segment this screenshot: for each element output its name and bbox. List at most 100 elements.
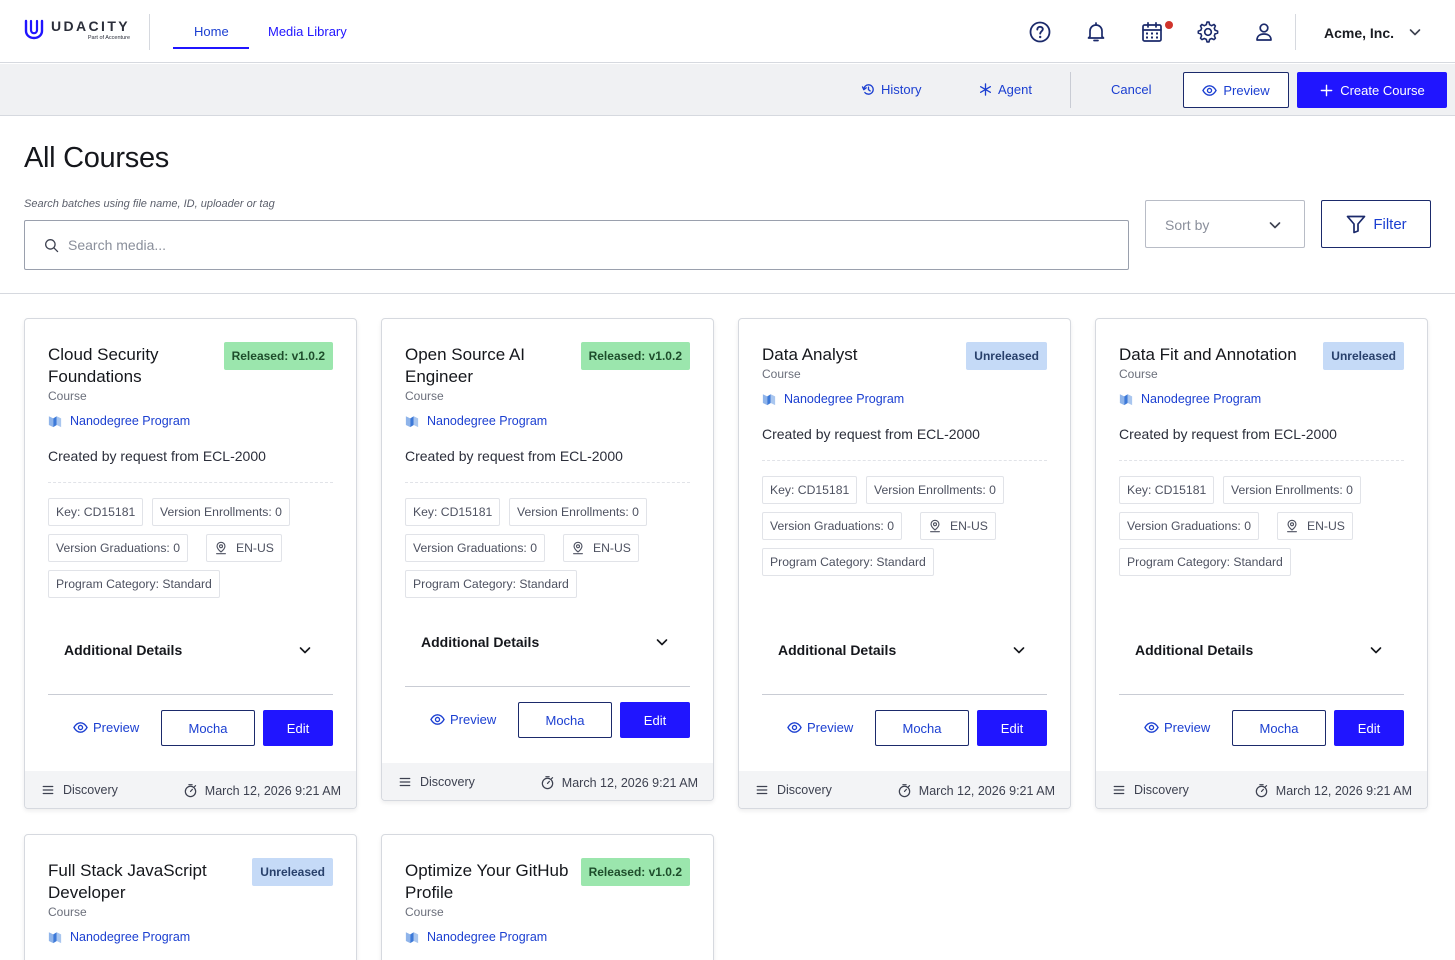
course-description: Created by request from ECL-2000 xyxy=(405,448,623,464)
bell-icon[interactable] xyxy=(1084,20,1108,44)
chevron-down-icon[interactable] xyxy=(654,634,670,650)
card-footer: Discovery March 12, 2026 9:21 AM xyxy=(25,771,356,808)
locale-label: EN-US xyxy=(236,541,274,555)
edit-button[interactable]: Edit xyxy=(263,710,333,746)
user-icon[interactable] xyxy=(1252,20,1276,44)
card-preview-label: Preview xyxy=(1164,720,1211,735)
card-divider xyxy=(405,686,690,687)
chevron-down-icon[interactable] xyxy=(1011,642,1027,658)
mocha-button[interactable]: Mocha xyxy=(875,710,969,746)
sort-placeholder: Sort by xyxy=(1165,217,1210,233)
additional-details-toggle[interactable]: Additional Details xyxy=(1135,642,1253,658)
course-title[interactable]: Data Analyst xyxy=(762,344,932,366)
cancel-button[interactable]: Cancel xyxy=(1111,82,1151,97)
locale-chip: EN-US xyxy=(563,534,639,562)
eye-icon xyxy=(1144,720,1159,735)
card-footer: Discovery March 12, 2026 9:21 AM xyxy=(1096,771,1427,808)
card-preview-button[interactable]: Preview xyxy=(430,712,496,727)
footer-category: Discovery xyxy=(1112,783,1189,797)
cancel-label: Cancel xyxy=(1111,82,1152,97)
nanodegree-icon xyxy=(1119,392,1133,406)
card-footer: Discovery March 12, 2026 9:21 AM xyxy=(739,771,1070,808)
history-label: History xyxy=(881,82,922,97)
preview-button[interactable]: Preview xyxy=(1183,72,1289,108)
edit-button[interactable]: Edit xyxy=(620,702,690,738)
history-button[interactable]: History xyxy=(861,82,921,97)
course-card[interactable]: Optimize Your GitHub Profile Released: v… xyxy=(381,834,714,960)
footer-timestamp: March 12, 2026 9:21 AM xyxy=(1254,783,1412,798)
course-description: Created by request from ECL-2000 xyxy=(1119,426,1337,442)
calendar-icon[interactable] xyxy=(1140,20,1164,44)
graduations-chip: Version Graduations: 0 xyxy=(48,534,188,562)
nanodegree-icon xyxy=(762,392,776,406)
chevron-down-icon[interactable] xyxy=(1368,642,1384,658)
course-card[interactable]: Open Source AI Engineer Released: v1.0.2… xyxy=(381,318,714,801)
course-card[interactable]: Full Stack JavaScript Developer Unreleas… xyxy=(24,834,357,960)
chevron-down-icon xyxy=(1267,217,1283,233)
course-type: Course xyxy=(48,905,87,919)
gear-icon[interactable] xyxy=(1196,20,1220,44)
timer-icon xyxy=(540,775,555,790)
footer-category: Discovery xyxy=(398,775,475,789)
course-title[interactable]: Data Fit and Annotation xyxy=(1119,344,1309,366)
footer-category: Discovery xyxy=(41,783,118,797)
course-card[interactable]: Cloud Security Foundations Released: v1.… xyxy=(24,318,357,809)
card-preview-button[interactable]: Preview xyxy=(1144,720,1210,735)
eye-icon xyxy=(1202,83,1217,98)
page-title: All Courses xyxy=(24,142,169,174)
status-badge: Released: v1.0.2 xyxy=(223,342,333,370)
program-link[interactable]: Nanodegree Program xyxy=(48,930,190,944)
status-badge: Unreleased xyxy=(966,342,1047,370)
course-type: Course xyxy=(1119,367,1158,381)
course-description: Created by request from ECL-2000 xyxy=(48,448,266,464)
filter-icon xyxy=(1346,215,1366,234)
org-switcher-label[interactable]: Acme, Inc. xyxy=(1324,25,1394,41)
edit-button[interactable]: Edit xyxy=(1334,710,1404,746)
agent-button[interactable]: Agent xyxy=(978,82,1032,97)
timer-icon xyxy=(1254,783,1269,798)
chevron-down-icon[interactable] xyxy=(297,642,313,658)
mocha-button[interactable]: Mocha xyxy=(1232,710,1326,746)
program-link[interactable]: Nanodegree Program xyxy=(48,414,190,428)
card-preview-button[interactable]: Preview xyxy=(73,720,139,735)
key-chip: Key: CD15181 xyxy=(405,498,501,526)
edit-button[interactable]: Edit xyxy=(977,710,1047,746)
toolbar-divider xyxy=(1070,72,1071,108)
additional-details-toggle[interactable]: Additional Details xyxy=(778,642,896,658)
program-link[interactable]: Nanodegree Program xyxy=(405,930,547,944)
section-divider xyxy=(0,293,1455,294)
help-icon[interactable] xyxy=(1028,20,1052,44)
search-icon xyxy=(45,239,59,253)
mocha-button[interactable]: Mocha xyxy=(161,710,255,746)
additional-details-toggle[interactable]: Additional Details xyxy=(421,634,539,650)
chevron-down-icon[interactable] xyxy=(1407,24,1423,40)
tab-media-library[interactable]: Media Library xyxy=(268,24,347,39)
eye-icon xyxy=(73,720,88,735)
filter-button[interactable]: Filter xyxy=(1321,200,1431,248)
card-divider xyxy=(1119,694,1404,695)
additional-details-toggle[interactable]: Additional Details xyxy=(64,642,182,658)
mocha-button[interactable]: Mocha xyxy=(518,702,612,738)
card-preview-label: Preview xyxy=(450,712,497,727)
enrollments-chip: Version Enrollments: 0 xyxy=(1223,476,1361,504)
program-link[interactable]: Nanodegree Program xyxy=(762,392,904,406)
sort-dropdown[interactable]: Sort by xyxy=(1145,200,1305,248)
course-title[interactable]: Full Stack JavaScript Developer xyxy=(48,860,218,904)
course-title[interactable]: Open Source AI Engineer xyxy=(405,344,575,388)
logo-divider xyxy=(149,14,150,50)
plus-icon xyxy=(1320,84,1333,96)
course-title[interactable]: Cloud Security Foundations xyxy=(48,344,218,388)
tab-home[interactable]: Home xyxy=(194,24,229,39)
locale-label: EN-US xyxy=(950,519,988,533)
create-course-button[interactable]: Create Course xyxy=(1297,72,1447,108)
search-field[interactable] xyxy=(24,220,1129,270)
card-preview-label: Preview xyxy=(93,720,140,735)
search-input[interactable] xyxy=(68,233,1108,257)
course-card[interactable]: Data Analyst Unreleased Course Nanodegre… xyxy=(738,318,1071,809)
card-preview-button[interactable]: Preview xyxy=(787,720,853,735)
program-link[interactable]: Nanodegree Program xyxy=(1119,392,1261,406)
course-title[interactable]: Optimize Your GitHub Profile xyxy=(405,860,575,904)
udacity-logo[interactable]: UDACITY Part of Accenture xyxy=(23,18,130,41)
program-link[interactable]: Nanodegree Program xyxy=(405,414,547,428)
course-card[interactable]: Data Fit and Annotation Unreleased Cours… xyxy=(1095,318,1428,809)
